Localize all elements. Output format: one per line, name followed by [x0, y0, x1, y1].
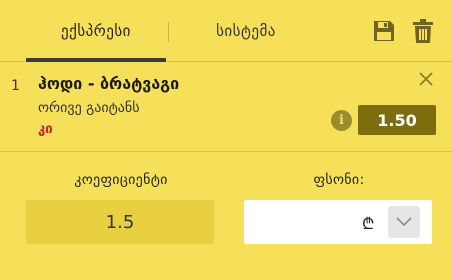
bet-market: ორივე გაიტანს — [38, 100, 140, 116]
close-icon[interactable] — [417, 70, 435, 88]
stake-input[interactable]: ₾ — [244, 200, 432, 244]
bet-item: 1 ჰოდი - ბრატვაგი ორივე გაიტანს კი i 1.5… — [0, 62, 452, 152]
tab-divider — [168, 22, 169, 42]
trash-icon[interactable] — [411, 18, 435, 44]
coefficient-label: კოეფიციენტი — [74, 172, 168, 188]
bet-outcome: კი — [38, 122, 53, 137]
tab-system-label: სისტემა — [216, 22, 276, 40]
info-icon[interactable]: i — [331, 110, 352, 131]
tab-express[interactable]: ექსპრესი — [26, 0, 166, 62]
bet-index: 1 — [11, 78, 20, 94]
stake-section: კოეფიციენტი ფსონი: 1.5 ₾ — [0, 152, 452, 280]
coefficient-value: 1.5 — [26, 200, 214, 244]
bet-slip-tabs: ექსპრესი სისტემა — [0, 0, 452, 62]
bet-event-title: ჰოდი - ბრატვაგი — [38, 74, 180, 93]
tab-express-label: ექსპრესი — [61, 22, 131, 40]
chevron-down-icon — [396, 217, 412, 227]
odds-badge: 1.50 — [358, 105, 436, 135]
tab-system[interactable]: სისტემა — [196, 0, 296, 62]
stake-label: ფსონი: — [313, 172, 365, 188]
stake-dropdown-button[interactable] — [388, 206, 420, 238]
currency-symbol: ₾ — [362, 214, 375, 233]
save-icon[interactable] — [372, 18, 396, 44]
